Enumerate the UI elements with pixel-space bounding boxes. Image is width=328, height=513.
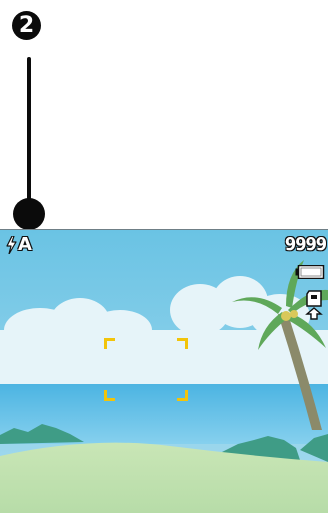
autofocus-frame [104, 338, 188, 401]
focus-corner-bottom-right [177, 390, 188, 401]
callout-number: 2 [18, 12, 35, 38]
focus-corner-bottom-left [104, 390, 115, 401]
focus-corner-top-right [177, 338, 188, 349]
callout-number-badge: 2 [12, 11, 41, 40]
callout-leader-line [27, 57, 31, 205]
flash-bolt-icon [6, 236, 17, 254]
focus-corner-top-left [104, 338, 115, 349]
sd-card-icon [305, 290, 323, 320]
shots-remaining-counter: 9999 [284, 234, 327, 255]
camera-viewfinder: A 9999 [0, 229, 328, 513]
battery-full-icon [295, 265, 325, 279]
flash-mode-label: A [18, 234, 32, 255]
flash-mode-indicator: A [6, 236, 32, 254]
callout-pointer-dot [13, 198, 45, 230]
